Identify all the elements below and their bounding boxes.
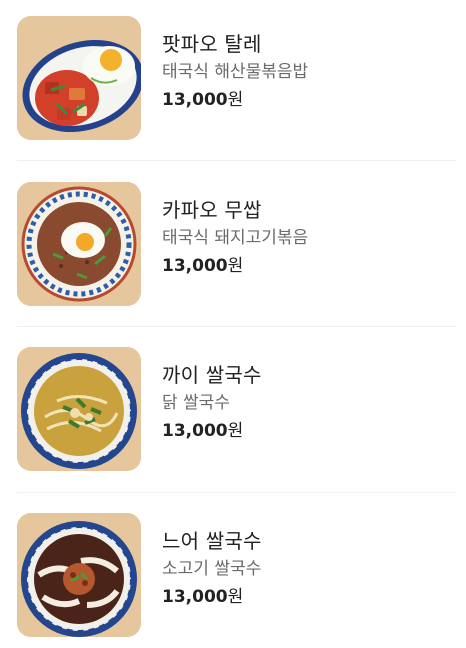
menu-item-description: 태국식 해산물볶음밥 bbox=[162, 62, 309, 82]
price-currency: 원 bbox=[227, 421, 244, 441]
menu-item-info: 느어 쌀국수 소고기 쌀국수 13,000원 bbox=[162, 527, 452, 609]
divider bbox=[17, 492, 456, 493]
menu-item-name: 까이 쌀국수 bbox=[162, 363, 262, 387]
menu-item-photo[interactable] bbox=[17, 16, 141, 140]
price-amount: 13,000 bbox=[162, 90, 228, 110]
price-currency: 원 bbox=[227, 587, 244, 607]
menu-item-description: 태국식 돼지고기볶음 bbox=[162, 228, 309, 248]
menu-item-price: 13,000원 bbox=[162, 254, 452, 278]
price-currency: 원 bbox=[227, 256, 244, 276]
price-currency: 원 bbox=[227, 90, 244, 110]
beef-noodle-soup-photo bbox=[17, 513, 141, 637]
menu-item-description: 닭 쌀국수 bbox=[162, 393, 230, 413]
price-amount: 13,000 bbox=[162, 421, 228, 441]
menu-item-neua-ssalguksu[interactable]: 느어 쌀국수 소고기 쌀국수 13,000원 bbox=[0, 513, 466, 637]
menu-item-photo[interactable] bbox=[17, 182, 141, 306]
divider bbox=[17, 160, 456, 161]
menu-item-photo[interactable] bbox=[17, 513, 141, 637]
menu-item-name: 팟파오 탈레 bbox=[162, 32, 262, 56]
menu-item-info: 까이 쌀국수 닭 쌀국수 13,000원 bbox=[162, 361, 452, 443]
seafood-fried-rice-photo bbox=[17, 16, 141, 140]
menu-list: 팟파오 탈레 태국식 해산물볶음밥 13,000원 카파오 무쌉 태국식 돼지고… bbox=[0, 0, 466, 648]
divider bbox=[17, 326, 456, 327]
menu-item-photo[interactable] bbox=[17, 347, 141, 471]
menu-item-price: 13,000원 bbox=[162, 419, 452, 443]
menu-item-kapao-musap[interactable]: 카파오 무쌉 태국식 돼지고기볶음 13,000원 bbox=[0, 182, 466, 306]
menu-item-price: 13,000원 bbox=[162, 88, 452, 112]
menu-item-kai-ssalguksu[interactable]: 까이 쌀국수 닭 쌀국수 13,000원 bbox=[0, 347, 466, 471]
menu-item-info: 팟파오 탈레 태국식 해산물볶음밥 13,000원 bbox=[162, 30, 452, 112]
price-amount: 13,000 bbox=[162, 587, 228, 607]
menu-item-price: 13,000원 bbox=[162, 585, 452, 609]
menu-item-description: 소고기 쌀국수 bbox=[162, 559, 262, 579]
menu-item-patpao-thale[interactable]: 팟파오 탈레 태국식 해산물볶음밥 13,000원 bbox=[0, 16, 466, 140]
menu-item-name: 카파오 무쌉 bbox=[162, 198, 262, 222]
price-amount: 13,000 bbox=[162, 256, 228, 276]
chicken-noodle-soup-photo bbox=[17, 347, 141, 471]
menu-item-name: 느어 쌀국수 bbox=[162, 529, 262, 553]
pork-basil-rice-photo bbox=[17, 182, 141, 306]
menu-item-info: 카파오 무쌉 태국식 돼지고기볶음 13,000원 bbox=[162, 196, 452, 278]
